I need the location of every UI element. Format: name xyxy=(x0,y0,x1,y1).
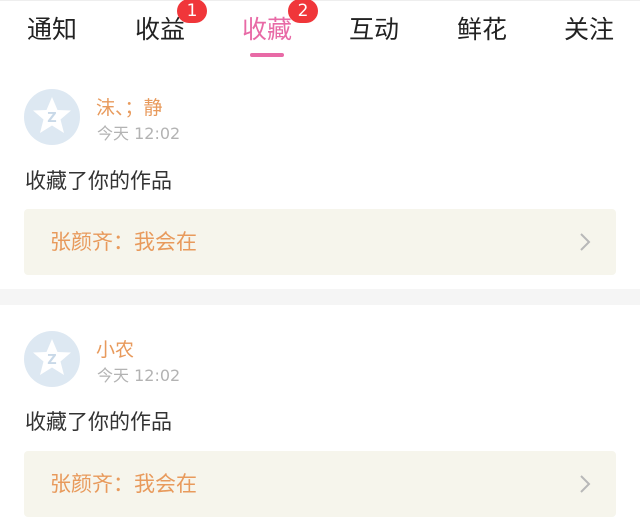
chevron-right-icon xyxy=(580,475,591,493)
tab-label: 收藏 xyxy=(241,15,292,44)
tab-interactions[interactable]: 互动 xyxy=(347,11,401,55)
chevron-right-icon xyxy=(580,233,591,251)
tab-favorites[interactable]: 收藏 2 xyxy=(240,0,318,57)
tab-following[interactable]: 关注 xyxy=(562,11,616,55)
work-link[interactable]: 张颜齐：我会在 xyxy=(24,209,616,275)
timestamp: 今天 12:02 xyxy=(97,124,181,143)
tab-label: 鲜花 xyxy=(456,15,507,44)
favorite-notification-item: Z 小农 今天 12:02 收藏了你的作品 张颜齐：我会在 xyxy=(0,305,640,529)
tab-earnings[interactable]: 收益 1 xyxy=(133,0,207,55)
tab-label: 关注 xyxy=(563,15,614,44)
svg-text:Z: Z xyxy=(47,353,56,368)
section-divider xyxy=(0,289,640,305)
work-title: 张颜齐：我会在 xyxy=(50,230,197,254)
top-tab-bar: 通知 收益 1 收藏 2 互动 鲜花 关注 xyxy=(0,0,640,66)
tab-badge: 1 xyxy=(177,0,207,23)
action-text: 收藏了你的作品 xyxy=(25,169,172,193)
work-title: 张颜齐：我会在 xyxy=(50,472,197,496)
user-avatar[interactable]: Z xyxy=(24,331,80,387)
active-tab-indicator xyxy=(250,53,284,57)
user-name[interactable]: 沫、；静 xyxy=(96,93,163,120)
tab-badge: 2 xyxy=(288,0,318,23)
action-text: 收藏了你的作品 xyxy=(25,410,172,434)
tab-label: 通知 xyxy=(26,15,77,44)
tab-label: 互动 xyxy=(348,15,399,44)
default-avatar-star-icon: Z xyxy=(33,97,71,133)
tab-notifications[interactable]: 通知 xyxy=(25,11,79,55)
svg-text:Z: Z xyxy=(47,111,56,126)
tab-flowers[interactable]: 鲜花 xyxy=(455,11,509,55)
user-name[interactable]: 小农 xyxy=(96,335,134,362)
favorite-notification-item: Z 沫、；静 今天 12:02 收藏了你的作品 张颜齐：我会在 xyxy=(0,66,640,289)
timestamp: 今天 12:02 xyxy=(97,366,181,385)
user-avatar[interactable]: Z xyxy=(24,89,80,145)
work-link[interactable]: 张颜齐：我会在 xyxy=(24,451,616,517)
default-avatar-star-icon: Z xyxy=(33,339,71,375)
